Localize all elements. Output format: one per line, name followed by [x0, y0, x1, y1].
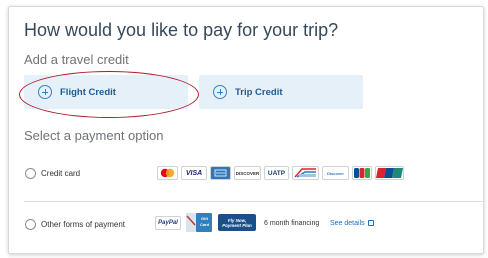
see-details-label: See details — [330, 220, 365, 227]
other-payment-radio[interactable] — [25, 218, 36, 230]
trip-credit-label: Trip Credit — [235, 86, 283, 98]
discover-logo: DISCOVER — [234, 166, 261, 180]
see-details-link[interactable]: See details — [330, 220, 374, 227]
unionpay-logo — [375, 166, 404, 180]
diners-club-logo — [292, 166, 319, 180]
visa-logo: VISA — [181, 166, 207, 180]
uatp-logo: UATP — [264, 166, 289, 180]
amex-logo — [210, 166, 231, 180]
trip-credit-button[interactable]: Trip Credit — [199, 75, 363, 109]
credit-card-row[interactable]: Credit card VISA DISCOVER UATP Discover — [9, 162, 483, 184]
paypal-logo: PayPal — [155, 216, 181, 230]
card-logos: VISA DISCOVER UATP Discover — [9, 162, 483, 184]
gift-card-text: Gift Card — [199, 216, 210, 227]
row-divider — [24, 201, 483, 202]
flight-credit-highlight — [19, 71, 199, 118]
mastercard-logo — [157, 166, 178, 180]
other-payment-label: Other forms of payment — [41, 219, 126, 229]
gift-card-logo: Gift Card — [185, 213, 213, 232]
add-circle-icon — [213, 85, 227, 99]
jcb-logo — [352, 166, 372, 180]
page-title: How would you like to pay for your trip? — [24, 20, 339, 40]
travel-credit-heading: Add a travel credit — [24, 52, 129, 67]
fly-now-logo: Fly Now, Payment Plan — [218, 214, 256, 231]
external-link-icon — [367, 220, 374, 226]
payment-option-heading: Select a payment option — [24, 128, 164, 143]
discover-network-logo: Discover — [322, 166, 349, 180]
financing-text: 6 month financing — [264, 220, 320, 227]
payment-panel: How would you like to pay for your trip?… — [8, 6, 484, 254]
other-payment-row[interactable]: Other forms of payment PayPal Gift Card … — [9, 213, 483, 235]
